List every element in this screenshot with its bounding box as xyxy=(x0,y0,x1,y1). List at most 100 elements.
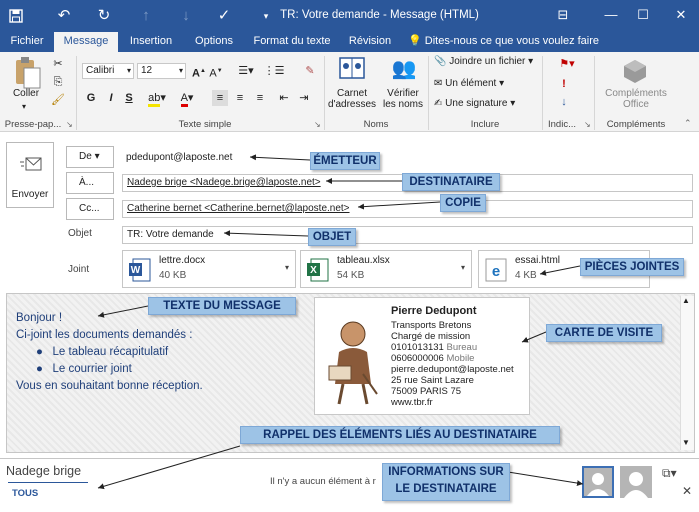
align-center-icon[interactable]: ≡ xyxy=(232,90,248,106)
ribbon-display-icon[interactable]: ⊟ xyxy=(546,0,580,32)
paste-chevron-icon[interactable]: ▾ xyxy=(22,102,26,111)
font-color-icon[interactable]: A▾ xyxy=(176,90,198,107)
italic-button[interactable]: I xyxy=(104,90,118,106)
people-pane-recipient[interactable]: Nadege brige xyxy=(6,464,81,478)
from-value: pdedupont@laposte.net xyxy=(126,152,233,163)
attachment-name: essai.html xyxy=(515,255,561,266)
address-book-button[interactable]: Carnet d'adresses xyxy=(326,88,378,110)
vcard-street: 25 rue Saint Lazare xyxy=(391,375,474,386)
tab-revision[interactable]: Révision xyxy=(340,32,400,52)
undo-icon[interactable]: ↶ xyxy=(54,6,74,26)
font-name-select[interactable]: Calibri ▾ xyxy=(82,63,134,79)
svg-text:W: W xyxy=(131,265,141,276)
body-scrollbar[interactable]: ▲ ▼ xyxy=(680,296,694,450)
people-view-icon[interactable]: ⧉▾ xyxy=(662,466,677,481)
tab-fichier[interactable]: Fichier xyxy=(4,32,50,52)
vcard-phone-office: 0101013131 Bureau xyxy=(391,342,478,353)
font-size-select[interactable]: 12 ▾ xyxy=(137,63,186,79)
format-painter-icon[interactable]: 🖌 xyxy=(50,92,66,108)
vcard-city: 75009 PARIS 75 xyxy=(391,386,462,397)
cc-button[interactable]: Cc... xyxy=(66,198,114,220)
increase-indent-icon[interactable]: ⇥ xyxy=(296,90,312,106)
body-intro: Ci-joint les documents demandés : xyxy=(16,329,193,341)
paste-button[interactable]: Coller xyxy=(8,88,44,99)
check-names-icon[interactable]: 👥 xyxy=(390,56,418,82)
group-tags-label: Indic... xyxy=(548,119,576,130)
send-label: Envoyer xyxy=(11,189,49,200)
tab-message[interactable]: Message xyxy=(54,32,118,52)
redo-icon[interactable]: ↻ xyxy=(94,6,114,26)
minimize-button[interactable]: — xyxy=(594,0,628,32)
office-addins-button[interactable]: Compléments Office xyxy=(600,88,672,110)
chevron-down-icon[interactable]: ▾ xyxy=(461,263,465,272)
chevron-down-icon: ▾ xyxy=(126,66,131,75)
attach-file-button[interactable]: 📎 Joindre un fichier ▾ xyxy=(434,56,544,67)
save-icon[interactable] xyxy=(6,6,26,26)
annotation-destinataire: DESTINATAIRE xyxy=(402,173,500,191)
collapse-ribbon-icon[interactable]: ⌃ xyxy=(684,118,692,129)
high-importance-icon[interactable]: ! xyxy=(556,76,572,92)
ribbon: Coller ▾ ✂ ⎘ 🖌 Presse-pap... ↘ Calibri ▾ … xyxy=(0,52,699,132)
tell-me-text: Dites-nous ce que vous voulez faire xyxy=(424,35,600,47)
close-button[interactable]: ✕ xyxy=(664,0,698,32)
font-launcher-icon[interactable]: ↘ xyxy=(314,120,321,129)
tab-options[interactable]: Options xyxy=(184,32,244,52)
maximize-button[interactable]: ☐ xyxy=(626,0,660,32)
attach-item-button[interactable]: ✉ Un élément ▾ xyxy=(434,78,544,89)
body-bullet: ● Le courrier joint xyxy=(36,363,132,375)
send-button[interactable]: Envoyer xyxy=(6,142,54,208)
decrease-indent-icon[interactable]: ⇤ xyxy=(276,90,292,106)
from-button[interactable]: De ▾ xyxy=(66,146,114,168)
clear-format-icon[interactable]: ✎ xyxy=(302,63,318,79)
underline-button[interactable]: S xyxy=(122,90,136,106)
scroll-down-icon[interactable]: ▼ xyxy=(682,438,690,447)
annotation-objet: OBJET xyxy=(308,228,356,246)
people-pane-info: Il n'y a aucun élément à r xyxy=(270,476,376,487)
check-icon[interactable]: ✓ xyxy=(214,6,234,26)
attachment-item[interactable]: X tableau.xlsx 54 KB ▾ xyxy=(300,250,472,288)
office-addins-icon[interactable] xyxy=(622,58,648,84)
vcard-name: Pierre Dedupont xyxy=(391,305,477,317)
bullets-icon[interactable]: ☰▾ xyxy=(234,63,258,79)
shrink-font-icon[interactable]: A▼ xyxy=(209,63,223,80)
tell-me-box[interactable]: 💡 Dites-nous ce que vous voulez faire xyxy=(408,32,608,52)
customize-icon[interactable]: ▾ xyxy=(256,6,276,26)
copy-icon[interactable]: ⎘ xyxy=(50,74,66,90)
align-right-icon[interactable]: ≡ xyxy=(252,90,268,106)
up-arrow-icon[interactable]: ↑ xyxy=(136,6,156,26)
subject-field[interactable]: TR: Votre demande xyxy=(122,226,693,244)
down-arrow-icon[interactable]: ↓ xyxy=(176,6,196,26)
cut-icon[interactable]: ✂ xyxy=(50,56,66,72)
highlight-icon[interactable]: ab▾ xyxy=(146,90,168,107)
edge-icon: e xyxy=(485,258,507,282)
close-pane-icon[interactable]: ✕ xyxy=(682,484,692,498)
vcard-email: pierre.dedupont@laposte.net xyxy=(391,364,514,375)
tab-insertion[interactable]: Insertion xyxy=(122,32,180,52)
annotation-emetteur: ÉMETTEUR xyxy=(310,152,380,170)
excel-icon: X xyxy=(307,258,329,282)
svg-text:e: e xyxy=(492,263,500,280)
clipboard-launcher-icon[interactable]: ↘ xyxy=(66,120,73,129)
people-pane-tab-all[interactable]: TOUS xyxy=(12,488,38,499)
check-names-button[interactable]: Vérifier les noms xyxy=(380,88,426,110)
address-book-icon[interactable] xyxy=(338,56,366,82)
signature-button[interactable]: ✍ Une signature ▾ xyxy=(434,98,544,109)
recipient-avatar[interactable] xyxy=(582,466,614,498)
chevron-down-icon[interactable]: ▾ xyxy=(285,263,289,272)
attachment-item[interactable]: W lettre.docx 40 KB ▾ xyxy=(122,250,296,288)
group-clipboard-label: Presse-pap... xyxy=(4,119,62,130)
grow-font-icon[interactable]: A▲ xyxy=(192,63,206,80)
scroll-up-icon[interactable]: ▲ xyxy=(682,296,690,305)
tags-launcher-icon[interactable]: ↘ xyxy=(584,120,591,129)
numbering-icon[interactable]: ⋮☰ xyxy=(262,63,286,79)
body-closing: Vous en souhaitant bonne réception. xyxy=(16,380,203,392)
subject-label: Objet xyxy=(68,228,92,239)
low-importance-icon[interactable]: ↓ xyxy=(556,94,572,110)
follow-up-flag-icon[interactable]: ⚑▾ xyxy=(556,56,578,72)
bold-button[interactable]: G xyxy=(84,90,98,106)
cc-field[interactable]: Catherine bernet <Catherine.bernet@lapos… xyxy=(122,200,693,218)
recipient-avatar[interactable] xyxy=(620,466,652,498)
tab-format[interactable]: Format du texte xyxy=(250,32,334,52)
to-button[interactable]: À... xyxy=(66,172,114,194)
align-left-icon[interactable]: ≡ xyxy=(212,90,228,106)
